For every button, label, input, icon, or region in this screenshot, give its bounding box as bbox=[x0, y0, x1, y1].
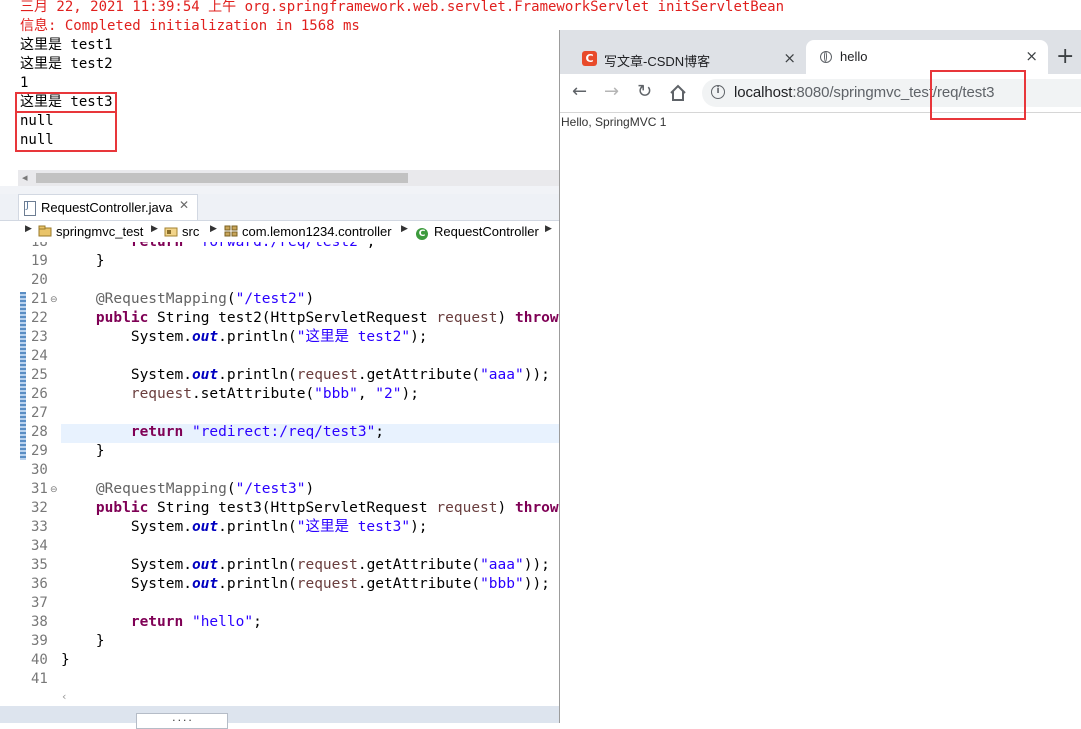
close-icon[interactable]: ✕ bbox=[179, 198, 189, 212]
package-icon bbox=[224, 225, 238, 237]
line-number: 35 bbox=[31, 557, 48, 573]
project-icon bbox=[38, 225, 52, 237]
breadcrumb-class[interactable]: C RequestController bbox=[416, 224, 539, 240]
console-log-timestamp: 三月 22, 2021 11:39:54 上午 org.springframew… bbox=[20, 0, 785, 15]
breadcrumb-package[interactable]: com.lemon1234.controller bbox=[224, 224, 392, 239]
line-number: 28 bbox=[31, 424, 48, 440]
line-number: 41 bbox=[31, 671, 48, 687]
code-line: request.setAttribute("bbb", "2"); bbox=[130, 386, 419, 402]
close-icon[interactable]: × bbox=[783, 49, 796, 67]
highlight-box bbox=[15, 92, 117, 113]
console-line: 这里是 test2 bbox=[20, 56, 113, 72]
line-number: 33 bbox=[31, 519, 48, 535]
fold-toggle-icon[interactable]: ⊖ bbox=[50, 295, 58, 305]
code-line: } bbox=[61, 652, 70, 668]
line-number: 24 bbox=[31, 348, 48, 364]
line-number: 38 bbox=[31, 614, 48, 630]
code-line: @RequestMapping("/test2") bbox=[95, 291, 315, 307]
line-number: 20 bbox=[31, 272, 48, 288]
line-number: 27 bbox=[31, 405, 48, 421]
line-number: 36 bbox=[31, 576, 48, 592]
code-line: System.out.println("这里是 test3"); bbox=[61, 519, 428, 535]
browser-tab-strip: C 写文章-CSDN博客 × hello × + bbox=[560, 30, 1081, 74]
fold-toggle-icon[interactable]: ⊖ bbox=[50, 485, 58, 495]
code-line: return "hello"; bbox=[130, 614, 262, 630]
code-line: @RequestMapping("/test3") bbox=[95, 481, 315, 497]
console-line: 这里是 test1 bbox=[20, 37, 113, 53]
line-number: 22 bbox=[31, 310, 48, 326]
code-line: return "redirect:/req/test3"; bbox=[130, 424, 385, 440]
code-line: public String test3(HttpServletRequest r… bbox=[95, 500, 560, 516]
tab-label: RequestController.java bbox=[41, 200, 173, 215]
page-text: Hello, SpringMVC 1 bbox=[561, 115, 667, 129]
code-line: System.out.println(request.getAttribute(… bbox=[61, 576, 550, 592]
code-line: return "forward:/req/test2"; bbox=[130, 242, 376, 250]
back-arrow-icon[interactable]: ← bbox=[572, 81, 587, 103]
line-number: 29 bbox=[31, 443, 48, 459]
chevron-right-icon: ▶ bbox=[151, 224, 158, 234]
globe-icon bbox=[820, 51, 832, 63]
code-line: System.out.println("这里是 test2"); bbox=[61, 329, 428, 345]
line-number: 40 bbox=[31, 652, 48, 668]
breadcrumb-project[interactable]: springmvc_test bbox=[38, 224, 143, 239]
tab-title: 写文章-CSDN博客 bbox=[604, 54, 711, 69]
tab-csdn[interactable]: C 写文章-CSDN博客 × bbox=[570, 42, 806, 74]
line-number: 34 bbox=[31, 538, 48, 554]
line-number: 32 bbox=[31, 500, 48, 516]
code-line: } bbox=[61, 253, 105, 269]
breadcrumb: ▶ springmvc_test ▶ src ▶ com.lemon1234.c… bbox=[0, 221, 560, 242]
scroll-left-arrow-icon[interactable]: ◂ bbox=[22, 170, 28, 186]
status-field: .... bbox=[136, 713, 228, 729]
browser-window: C 写文章-CSDN博客 × hello × + ← → ↻ i localho… bbox=[559, 30, 1081, 723]
line-number: 21 bbox=[31, 291, 48, 307]
scrollbar-thumb[interactable] bbox=[36, 173, 408, 183]
code-line: System.out.println(request.getAttribute(… bbox=[61, 367, 550, 383]
chevron-right-icon: ▶ bbox=[25, 224, 32, 234]
line-number: 31 bbox=[31, 481, 48, 497]
breadcrumb-folder[interactable]: src bbox=[164, 224, 199, 239]
chevron-right-icon: ▶ bbox=[401, 224, 408, 234]
line-number: 37 bbox=[31, 595, 48, 611]
tab-title: hello bbox=[840, 49, 868, 64]
line-number: 26 bbox=[31, 386, 48, 402]
code-line: System.out.println(request.getAttribute(… bbox=[61, 557, 550, 573]
line-number: 39 bbox=[31, 633, 48, 649]
line-number: 18 bbox=[31, 242, 48, 250]
tab-request-controller[interactable]: RequestController.java ✕ bbox=[18, 194, 198, 220]
scroll-left-arrow-icon[interactable]: ‹ bbox=[62, 690, 66, 703]
change-indicator bbox=[20, 292, 26, 460]
status-bar: .... bbox=[0, 706, 560, 729]
close-icon[interactable]: × bbox=[1025, 47, 1038, 65]
source-folder-icon bbox=[164, 227, 178, 237]
new-tab-button[interactable]: + bbox=[1056, 46, 1074, 68]
highlight-box bbox=[930, 70, 1026, 120]
chevron-right-icon: ▶ bbox=[545, 224, 552, 234]
panel-divider bbox=[0, 186, 560, 194]
line-number: 30 bbox=[31, 462, 48, 478]
console-log-info: 信息: Completed initialization in 1568 ms bbox=[20, 18, 360, 34]
code-line: } bbox=[61, 443, 105, 459]
code-editor[interactable]: 18 19 20 21 22 23 24 25 26 27 28 29 30 3… bbox=[0, 242, 560, 690]
class-icon: C bbox=[416, 228, 428, 240]
page-content: Hello, SpringMVC 1 bbox=[560, 113, 1081, 723]
editor-horizontal-scrollbar[interactable]: ‹ bbox=[0, 690, 560, 706]
line-number: 25 bbox=[31, 367, 48, 383]
code-line: public String test2(HttpServletRequest r… bbox=[95, 310, 560, 326]
tab-hello[interactable]: hello × bbox=[806, 40, 1048, 74]
console-line: 1 bbox=[20, 75, 29, 91]
editor-tab-bar: RequestController.java ✕ bbox=[0, 194, 560, 221]
line-number: 23 bbox=[31, 329, 48, 345]
console-output: 三月 22, 2021 11:39:54 上午 org.springframew… bbox=[0, 0, 784, 170]
reload-icon[interactable]: ↻ bbox=[637, 81, 652, 103]
console-horizontal-scrollbar[interactable]: ◂ bbox=[18, 170, 560, 186]
line-number: 19 bbox=[31, 253, 48, 269]
java-file-icon bbox=[24, 200, 36, 216]
chevron-right-icon: ▶ bbox=[210, 224, 217, 234]
forward-arrow-icon[interactable]: → bbox=[604, 81, 619, 103]
highlight-box bbox=[15, 111, 117, 152]
info-icon[interactable]: i bbox=[711, 85, 725, 99]
csdn-logo-icon: C bbox=[582, 51, 597, 66]
home-icon[interactable] bbox=[669, 84, 687, 102]
code-line: } bbox=[61, 633, 105, 649]
